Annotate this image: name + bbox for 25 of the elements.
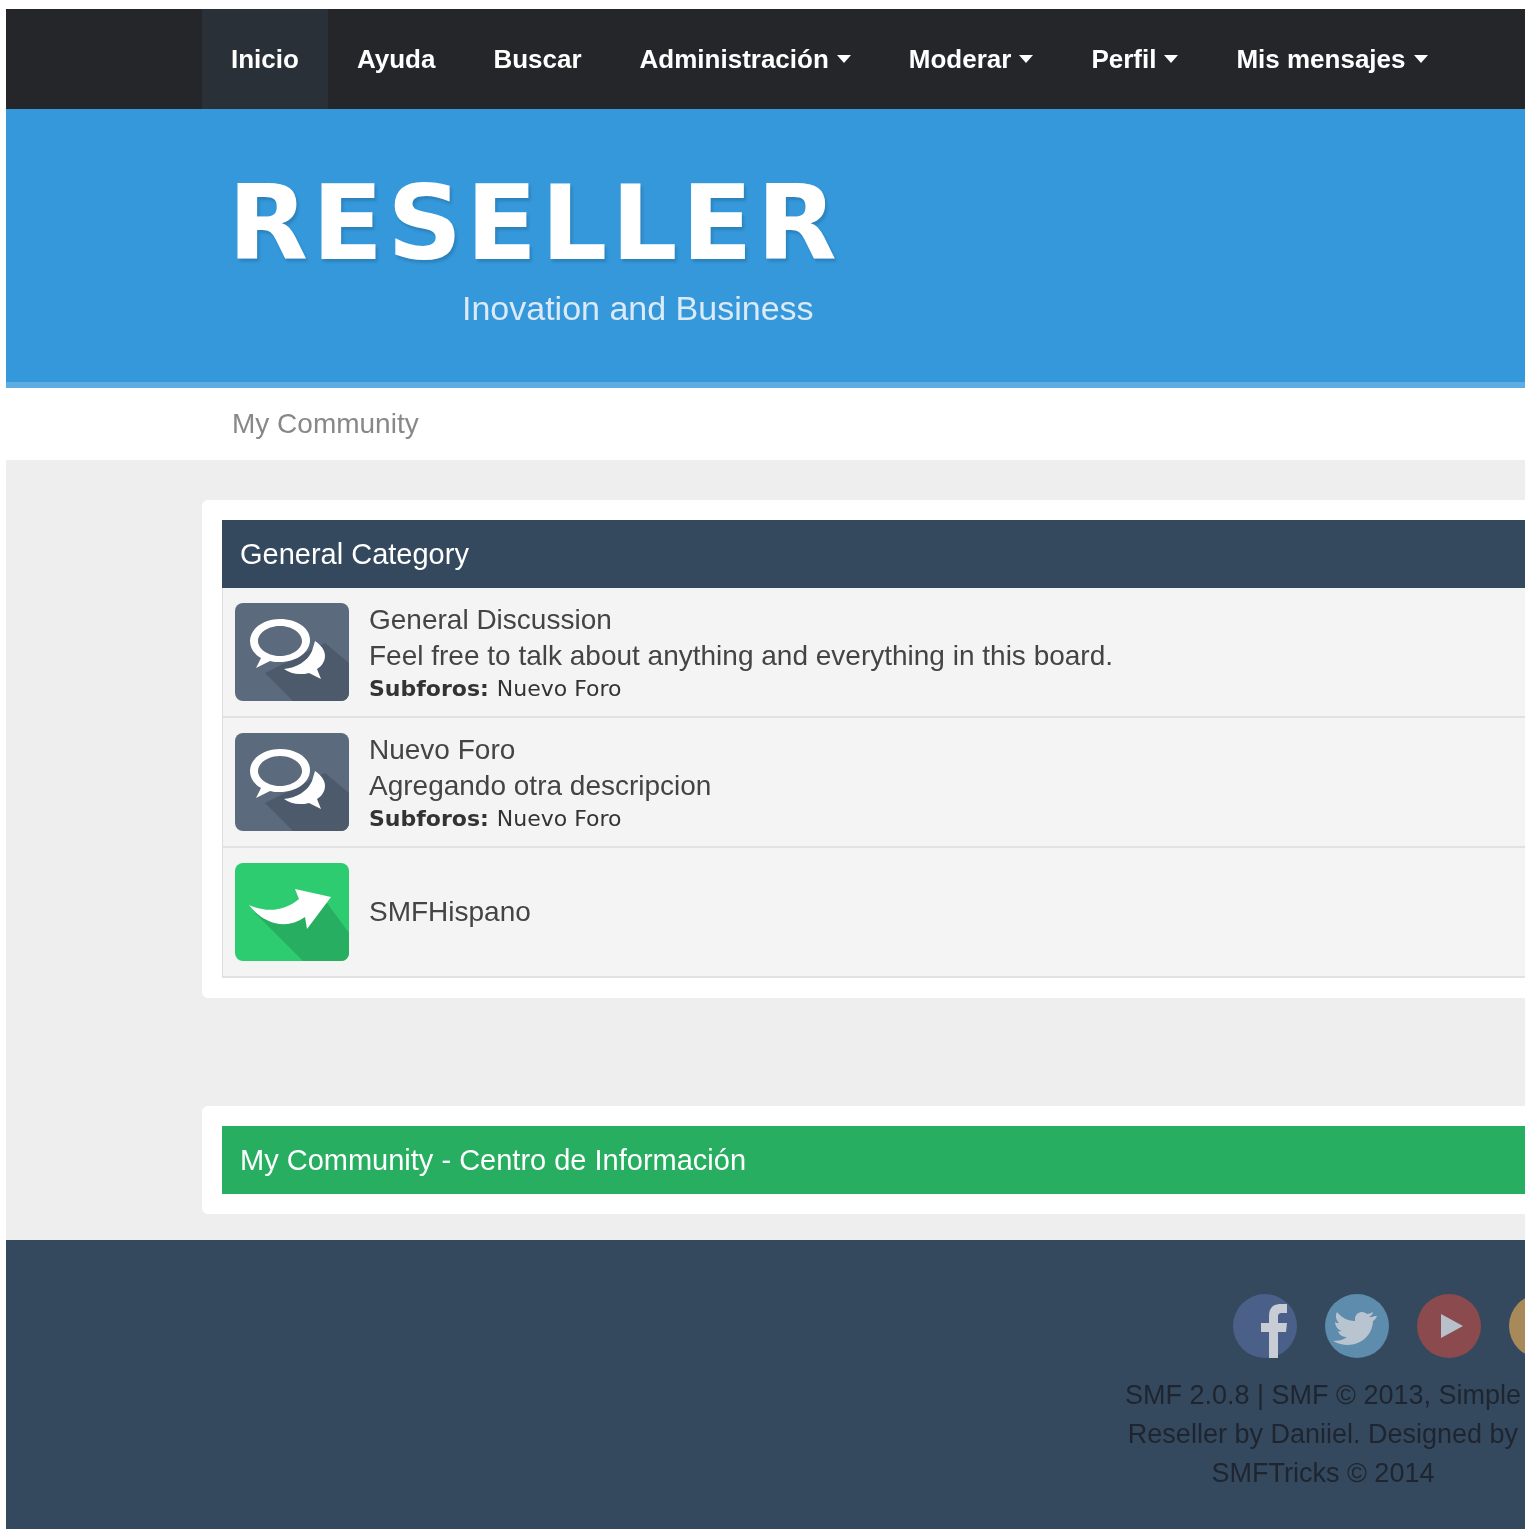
nav-tab[interactable]: Perfil: [1062, 9, 1208, 109]
subforums-label: Subforos:: [369, 805, 489, 831]
nav-tab[interactable]: Inicio: [202, 9, 328, 109]
category-title: General Category: [240, 537, 469, 571]
board-description: Agregando otra descripcion: [369, 769, 712, 802]
nav-tab[interactable]: Mis mensajes: [1207, 9, 1457, 109]
nav-tab[interactable]: Buscar: [464, 9, 611, 109]
bird-icon[interactable]: [1325, 1294, 1389, 1358]
board-description: Feel free to talk about anything and everything in this board.: [369, 639, 1114, 672]
site-tagline: Inovation and Business: [462, 289, 814, 328]
subforum-link[interactable]: Nuevo Foro: [496, 675, 622, 701]
facebook-icon[interactable]: [1233, 1294, 1297, 1358]
play-icon[interactable]: [1417, 1294, 1481, 1358]
subforums-label: Subforos:: [369, 675, 489, 701]
info-title: My Community - Centro de Información: [240, 1143, 747, 1177]
nav-tab[interactable]: Moderar: [879, 9, 1063, 109]
board-title[interactable]: Nuevo Foro: [369, 733, 712, 766]
breadcrumb-link[interactable]: My Community: [232, 408, 419, 440]
chat-bubbles-icon: [235, 733, 349, 831]
nav-tab[interactable]: Ayuda: [327, 9, 465, 109]
chat-bubbles-icon: [235, 603, 349, 701]
board-title[interactable]: SMFHispano: [369, 896, 531, 928]
subforum-link[interactable]: Nuevo Foro: [496, 805, 622, 831]
nav-tab[interactable]: Administración: [610, 9, 880, 109]
board-title[interactable]: General Discussion: [369, 603, 1114, 636]
